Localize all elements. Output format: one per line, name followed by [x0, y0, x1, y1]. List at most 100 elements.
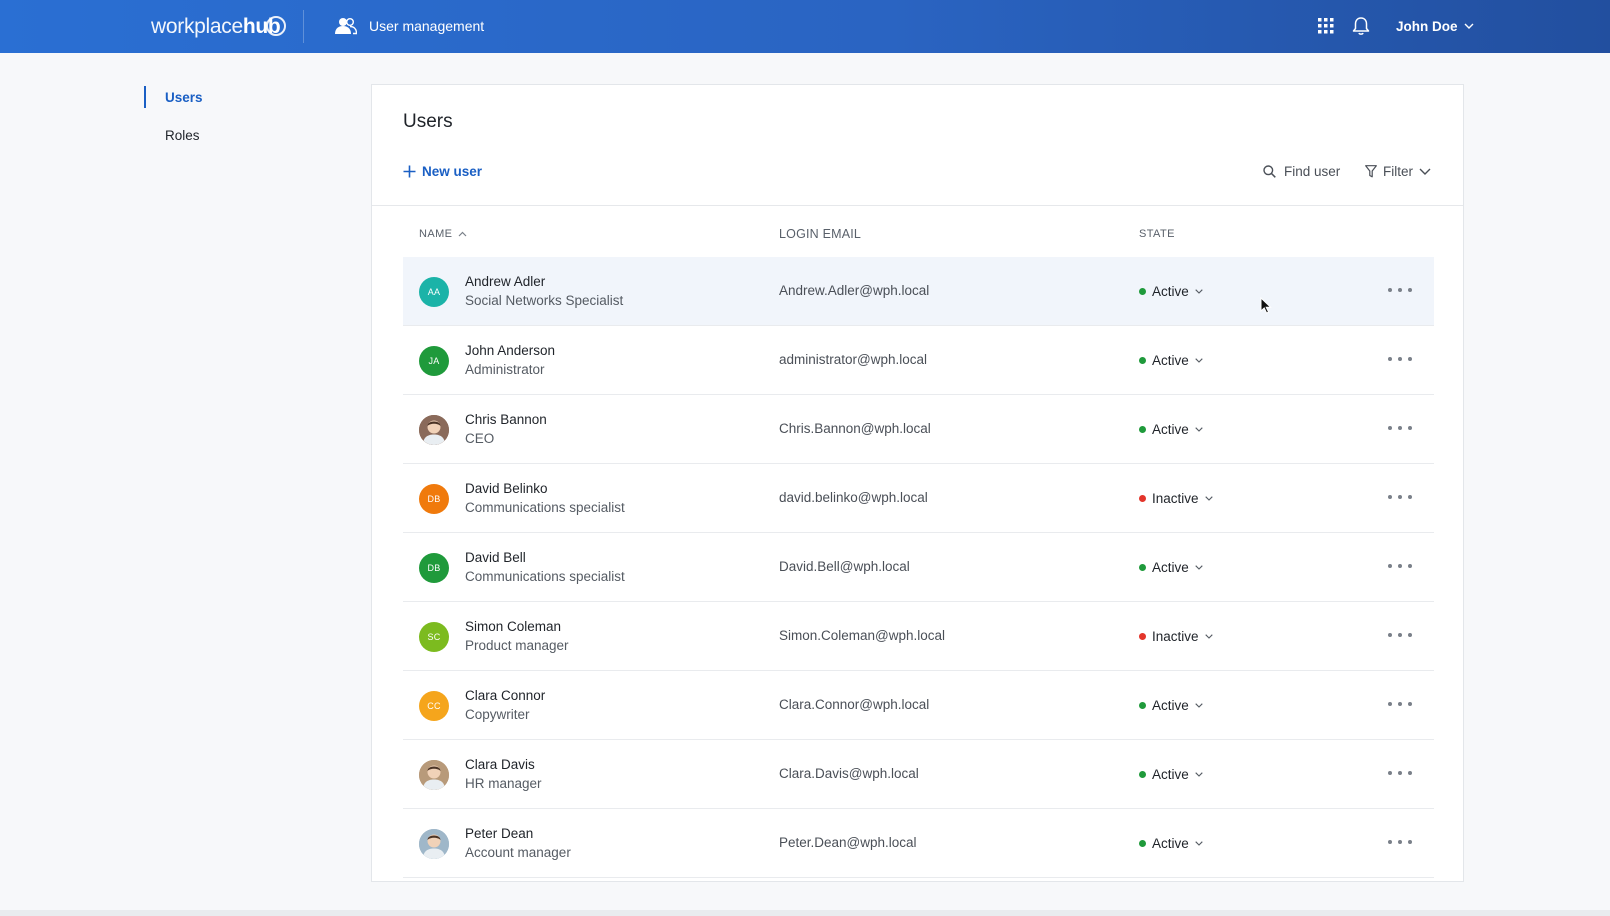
table-row[interactable]: DB David Bell Communications specialist Dav…	[403, 533, 1434, 602]
more-horizontal-icon[interactable]	[1388, 283, 1412, 297]
user-email: Simon.Coleman@wph.local	[779, 628, 946, 643]
column-header-email[interactable]: LOGIN EMAIL	[779, 226, 861, 242]
state-dropdown[interactable]: Active	[1139, 351, 1203, 369]
new-user-label: New user	[422, 163, 483, 179]
user-email: Peter.Dean@wph.local	[779, 835, 917, 850]
user-role: CEO	[465, 431, 495, 446]
chevron-down-icon	[1204, 495, 1213, 501]
more-horizontal-icon[interactable]	[1388, 490, 1412, 504]
users-card: Users New user Find user Filter NAME LOG…	[371, 84, 1464, 882]
sidebar-item-users[interactable]: Users	[144, 86, 344, 108]
user-email: David.Bell@wph.local	[779, 559, 910, 574]
column-header-label: NAME	[419, 228, 453, 240]
avatar: SC	[419, 622, 449, 652]
avatar-initials: DB	[427, 563, 441, 573]
status-dot	[1139, 494, 1146, 502]
user-name: David Bell	[465, 550, 526, 565]
table-row[interactable]: Peter Dean Account manager Peter.Dean@wph.…	[403, 809, 1434, 878]
find-user-label: Find user	[1284, 163, 1341, 179]
avatar: AA	[419, 277, 449, 307]
chevron-down-icon	[1204, 633, 1213, 639]
user-name: John Anderson	[465, 343, 556, 358]
chevron-down-icon	[1195, 771, 1203, 777]
more-horizontal-icon[interactable]	[1388, 559, 1412, 573]
state-dropdown[interactable]: Inactive	[1139, 627, 1213, 645]
avatar-photo-icon	[419, 415, 449, 445]
workplace-hub-logo[interactable]: workplace hub	[151, 13, 287, 41]
avatar-initials: SC	[427, 632, 441, 642]
table-row[interactable]: DB David Belinko Communications specialist…	[403, 464, 1434, 533]
section-title: User management	[335, 15, 484, 37]
status-dot	[1139, 770, 1146, 778]
state-label: Active	[1152, 283, 1189, 299]
mouse-cursor-icon	[1260, 297, 1272, 314]
user-role: Social Networks Specialist	[465, 293, 624, 308]
state-label: Inactive	[1152, 490, 1199, 506]
user-role: Product manager	[465, 638, 569, 653]
state-label: Active	[1152, 835, 1189, 851]
status-dot	[1139, 839, 1146, 847]
chevron-down-icon	[1195, 426, 1203, 432]
table-row[interactable]: Clara Davis HR manager Clara.Davis@wph.loc…	[403, 740, 1434, 809]
status-dot	[1139, 356, 1146, 364]
card-divider	[372, 205, 1463, 206]
status-dot	[1139, 563, 1146, 571]
avatar: DB	[419, 484, 449, 514]
state-dropdown[interactable]: Active	[1139, 282, 1203, 300]
users-icon	[335, 18, 357, 35]
page-title: Users	[403, 111, 453, 132]
column-header-state[interactable]: STATE	[1139, 226, 1175, 242]
avatar: DB	[419, 553, 449, 583]
state-dropdown[interactable]: Active	[1139, 420, 1203, 438]
avatar-initials: CC	[427, 701, 441, 711]
table-row[interactable]: AA Andrew Adler Social Networks Specialist…	[403, 257, 1434, 326]
more-horizontal-icon[interactable]	[1388, 421, 1412, 435]
table-row[interactable]: Chris Bannon CEO Chris.Bannon@wph.local Act…	[403, 395, 1434, 464]
table-row[interactable]: SC Simon Coleman Product manager Simon.Cole…	[403, 602, 1434, 671]
user-name: Simon Coleman	[465, 619, 562, 634]
new-user-button[interactable]: New user	[403, 161, 482, 181]
more-horizontal-icon[interactable]	[1388, 835, 1412, 849]
state-dropdown[interactable]: Active	[1139, 696, 1203, 714]
bottom-edge	[0, 910, 1610, 916]
user-email: Clara.Connor@wph.local	[779, 697, 930, 712]
filter-button[interactable]: Filter	[1365, 161, 1431, 181]
avatar-initials: JA	[428, 356, 440, 366]
state-dropdown[interactable]: Active	[1139, 765, 1203, 783]
bell-icon[interactable]	[1352, 16, 1370, 36]
find-user-button[interactable]: Find user	[1263, 161, 1340, 181]
status-dot	[1139, 287, 1146, 295]
column-header-label: LOGIN EMAIL	[779, 227, 862, 241]
user-role: Communications specialist	[465, 569, 625, 584]
chevron-down-icon	[1464, 23, 1474, 29]
avatar-photo-icon	[419, 829, 449, 859]
avatar-photo-icon	[419, 760, 449, 790]
user-role: Administrator	[465, 362, 545, 377]
status-dot	[1139, 701, 1146, 709]
state-dropdown[interactable]: Inactive	[1139, 489, 1213, 507]
chevron-down-icon	[1195, 357, 1203, 363]
column-header-name[interactable]: NAME	[419, 226, 467, 242]
sidebar: Users Roles	[144, 86, 344, 162]
state-dropdown[interactable]: Active	[1139, 558, 1203, 576]
table-row[interactable]: CC Clara Connor Copywriter Clara.Connor@wph…	[403, 671, 1434, 740]
state-label: Active	[1152, 697, 1189, 713]
state-dropdown[interactable]: Active	[1139, 834, 1203, 852]
sidebar-item-roles[interactable]: Roles	[144, 124, 344, 146]
column-header-label: STATE	[1139, 228, 1175, 240]
more-horizontal-icon[interactable]	[1388, 697, 1412, 711]
table-row[interactable]: JA John Anderson Administrator administrato…	[403, 326, 1434, 395]
header-divider	[303, 10, 304, 43]
avatar-initials: DB	[427, 494, 441, 504]
more-horizontal-icon[interactable]	[1388, 766, 1412, 780]
user-name: John Doe	[1396, 18, 1458, 34]
chevron-down-icon	[1195, 702, 1203, 708]
apps-grid-icon[interactable]	[1318, 18, 1334, 34]
user-menu[interactable]: John Doe	[1396, 16, 1474, 36]
avatar	[419, 760, 449, 790]
more-horizontal-icon[interactable]	[1388, 628, 1412, 642]
more-horizontal-icon[interactable]	[1388, 352, 1412, 366]
status-dot	[1139, 425, 1146, 433]
user-email: Chris.Bannon@wph.local	[779, 421, 931, 436]
filter-label: Filter	[1383, 163, 1413, 179]
